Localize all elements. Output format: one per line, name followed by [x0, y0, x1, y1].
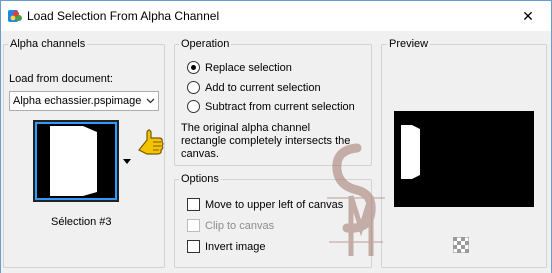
- checkbox-label: Invert image: [205, 240, 266, 253]
- operation-info-line-1: The original alpha channel: [181, 122, 311, 134]
- radio-add-selection[interactable]: Add to current selection: [187, 81, 321, 94]
- chevron-down-icon: [142, 92, 158, 110]
- radio-button[interactable]: [187, 61, 200, 74]
- radio-label: Replace selection: [205, 61, 292, 74]
- radio-button[interactable]: [187, 81, 200, 94]
- dialog-body: Alpha channels Load from document: Alpha…: [1, 32, 551, 273]
- preview-canvas: [394, 111, 534, 207]
- operation-info-line-3: canvas.: [181, 148, 219, 160]
- document-select[interactable]: Alpha echassier.pspimage: [9, 91, 159, 111]
- radio-subtract-selection[interactable]: Subtract from current selection: [187, 100, 355, 113]
- operation-legend: Operation: [179, 38, 232, 50]
- alpha-channels-legend: Alpha channels: [8, 38, 88, 50]
- selection-name: Sélection #3: [51, 216, 112, 228]
- alpha-channel-thumbnail[interactable]: [33, 120, 119, 202]
- radio-button[interactable]: [187, 100, 200, 113]
- thumbnail-dropdown-button[interactable]: [119, 120, 135, 202]
- thumbnail-shape: [50, 126, 97, 196]
- window-title: Load Selection From Alpha Channel: [27, 9, 220, 23]
- checkerboard-icon[interactable]: [453, 237, 469, 253]
- close-button[interactable]: ✕: [505, 1, 551, 31]
- radio-replace-selection[interactable]: Replace selection: [187, 61, 292, 74]
- paintshop-app-icon: [8, 10, 22, 22]
- document-select-value: Alpha echassier.pspimage: [13, 95, 142, 107]
- title-bar[interactable]: Load Selection From Alpha Channel ✕: [1, 1, 551, 31]
- dialog-window: Load Selection From Alpha Channel ✕ Alph…: [0, 0, 552, 273]
- load-from-label: Load from document:: [9, 73, 113, 85]
- clip-to-canvas-checkbox[interactable]: [187, 219, 200, 232]
- pointing-hand-icon: [138, 129, 164, 155]
- invert-image-checkbox[interactable]: [187, 240, 200, 253]
- move-upper-left-checkbox-row[interactable]: Move to upper left of canvas: [187, 198, 343, 211]
- radio-label: Subtract from current selection: [205, 100, 355, 113]
- checkbox-label: Clip to canvas: [205, 219, 275, 232]
- preview-shape: [401, 125, 420, 179]
- caret-down-icon: [123, 158, 131, 164]
- invert-image-checkbox-row[interactable]: Invert image: [187, 240, 266, 253]
- preview-legend: Preview: [387, 38, 431, 50]
- move-upper-left-checkbox[interactable]: [187, 198, 200, 211]
- close-icon: ✕: [522, 7, 534, 24]
- options-legend: Options: [179, 173, 221, 185]
- sm-watermark-logo: [327, 143, 385, 256]
- radio-label: Add to current selection: [205, 81, 321, 94]
- clip-to-canvas-checkbox-row[interactable]: Clip to canvas: [187, 219, 274, 232]
